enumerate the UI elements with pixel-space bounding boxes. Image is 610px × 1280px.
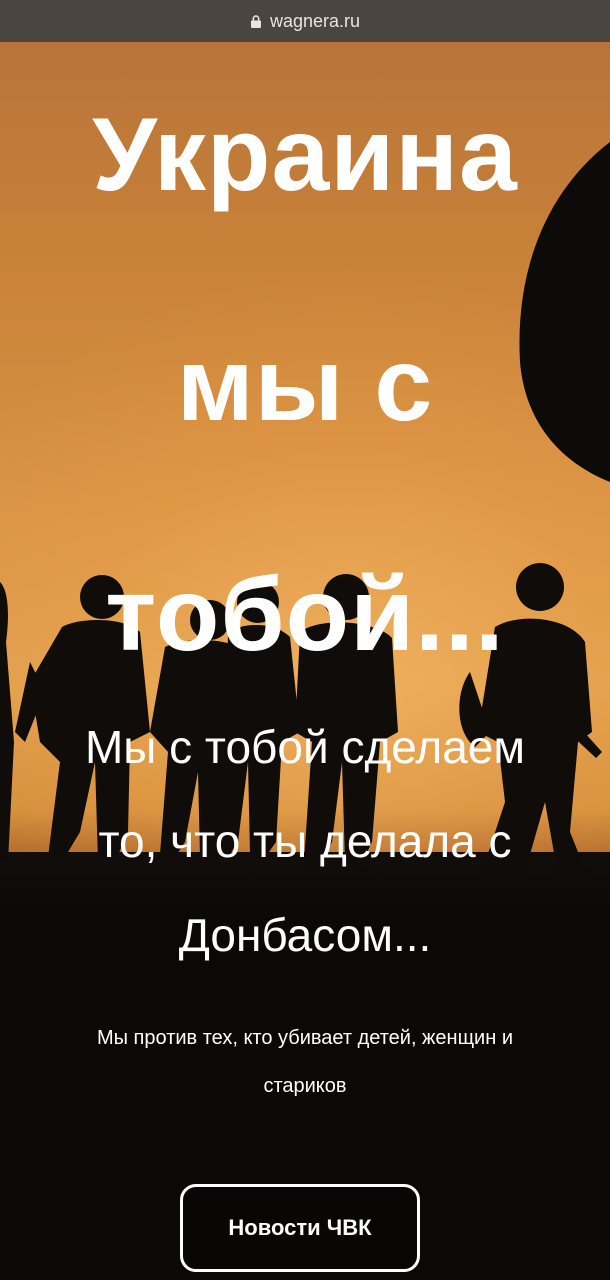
subheadline-line-1: Мы с тобой сделаем	[84, 721, 525, 773]
statement-line-2: стариков	[263, 1075, 347, 1097]
headline-line-2: мы с	[176, 327, 434, 443]
headline-line-1: Украина	[92, 97, 518, 213]
subheadline: Мы с тобой сделаем то, что ты делала с Д…	[30, 700, 580, 982]
headline-line-3: тобой...	[105, 557, 505, 673]
subheadline-line-3: Донбасом...	[178, 909, 432, 961]
url-text: wagnera.ru	[269, 10, 361, 31]
main-headline: Украина мы с тобой...	[0, 40, 610, 730]
subheadline-line-2: то, что ты делала с	[98, 815, 512, 867]
lock-icon	[250, 14, 261, 28]
browser-url-bar[interactable]: wagnera.ru	[0, 0, 610, 42]
news-button[interactable]: Новости ЧВК	[180, 1184, 420, 1272]
statement-line-1: Мы против тех, кто убивает детей, женщин…	[96, 1027, 514, 1049]
statement-text: Мы против тех, кто убивает детей, женщин…	[20, 1014, 590, 1110]
